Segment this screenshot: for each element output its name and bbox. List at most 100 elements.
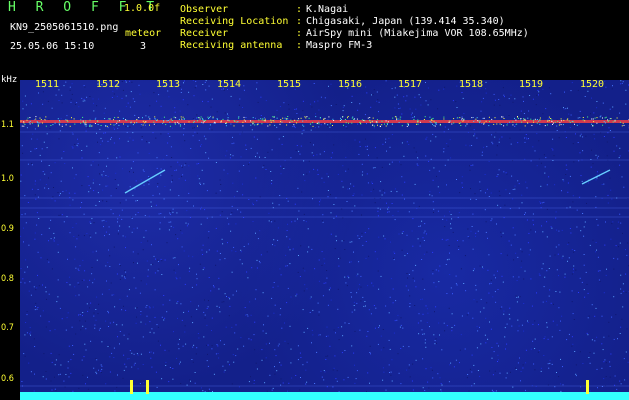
noise-dot: [627, 361, 629, 363]
noise-dot: [549, 289, 551, 291]
noise-dot: [170, 221, 172, 223]
noise-dot: [307, 327, 309, 329]
noise-dot: [450, 287, 452, 289]
carrier-noise: [584, 120, 586, 122]
noise-dot: [202, 244, 204, 246]
noise-dot: [59, 130, 61, 132]
noise-dot: [292, 126, 294, 128]
noise-dot: [33, 286, 35, 288]
noise-dot: [327, 196, 329, 198]
noise-dot: [208, 388, 210, 390]
carrier-noise: [347, 116, 349, 117]
noise-dot: [119, 331, 121, 332]
carrier-noise: [252, 117, 254, 119]
noise-dot: [538, 324, 539, 326]
noise-dot: [626, 328, 628, 330]
noise-dot: [326, 326, 328, 328]
noise-dot: [561, 257, 563, 259]
noise-dot: [24, 334, 26, 336]
carrier-noise: [212, 117, 214, 119]
noise-dot: [565, 164, 567, 166]
noise-dot: [177, 238, 179, 240]
noise-dot: [412, 270, 414, 272]
noise-dot: [558, 376, 560, 378]
noise-dot: [50, 172, 52, 174]
noise-dot: [596, 218, 598, 220]
noise-dot: [366, 391, 367, 392]
noise-dot: [108, 326, 109, 327]
noise-dot: [389, 372, 390, 373]
carrier-noise: [560, 120, 562, 122]
noise-dot: [404, 255, 406, 257]
noise-dot: [256, 88, 257, 90]
noise-dot: [528, 254, 530, 256]
noise-dot: [408, 367, 410, 369]
carrier-noise: [113, 124, 115, 126]
carrier-noise: [319, 117, 321, 119]
noise-dot: [143, 170, 145, 172]
noise-dot: [30, 294, 32, 296]
noise-dot: [386, 150, 387, 152]
carrier-noise: [237, 121, 239, 123]
noise-dot: [547, 384, 549, 386]
noise-dot: [390, 374, 392, 376]
carrier-noise: [106, 125, 108, 127]
noise-dot: [438, 170, 440, 172]
noise-dot: [569, 175, 571, 177]
noise-dot: [142, 249, 144, 251]
noise-dot: [450, 362, 452, 364]
noise-dot: [279, 106, 281, 107]
noise-dot: [253, 383, 255, 384]
noise-dot: [394, 320, 396, 322]
noise-dot: [335, 332, 336, 334]
carrier-noise: [59, 124, 61, 126]
noise-dot: [155, 371, 157, 373]
noise-dot: [96, 359, 98, 361]
noise-dot: [107, 346, 109, 347]
noise-dot: [307, 228, 309, 230]
noise-dot: [407, 253, 408, 254]
noise-dot: [577, 142, 579, 143]
noise-dot: [343, 240, 345, 241]
carrier-noise: [29, 123, 31, 125]
noise-dot: [550, 125, 552, 127]
noise-dot: [282, 136, 284, 137]
noise-dot: [360, 286, 362, 288]
noise-dot: [515, 295, 517, 297]
noise-dot: [148, 152, 150, 154]
noise-dot: [123, 334, 125, 336]
noise-dot: [169, 136, 171, 137]
noise-dot: [201, 206, 202, 208]
carrier-noise: [491, 118, 493, 120]
carrier-noise: [178, 118, 180, 120]
carrier-noise: [434, 125, 436, 127]
noise-dot: [37, 307, 39, 308]
noise-dot: [113, 294, 115, 296]
noise-dot: [392, 302, 394, 304]
noise-dot: [336, 380, 338, 382]
noise-dot: [235, 223, 237, 225]
noise-dot: [255, 156, 256, 158]
carrier-noise: [154, 116, 156, 118]
noise-dot: [256, 82, 258, 84]
noise-dot: [92, 161, 94, 163]
noise-dot: [474, 133, 476, 135]
noise-dot: [234, 332, 236, 334]
noise-dot: [271, 180, 273, 181]
noise-dot: [471, 226, 473, 227]
noise-dot: [582, 136, 584, 138]
noise-dot: [359, 146, 361, 147]
noise-dot: [410, 117, 412, 119]
noise-dot: [514, 188, 516, 190]
noise-dot: [530, 160, 532, 162]
noise-dot: [462, 240, 464, 242]
carrier-noise: [23, 122, 25, 124]
noise-dot: [75, 267, 77, 269]
noise-dot: [111, 97, 113, 98]
noise-dot: [620, 292, 622, 294]
noise-dot: [266, 251, 268, 253]
noise-dot: [119, 298, 121, 300]
noise-dot: [204, 299, 205, 301]
noise-dot: [378, 236, 380, 238]
carrier-noise: [24, 123, 26, 125]
